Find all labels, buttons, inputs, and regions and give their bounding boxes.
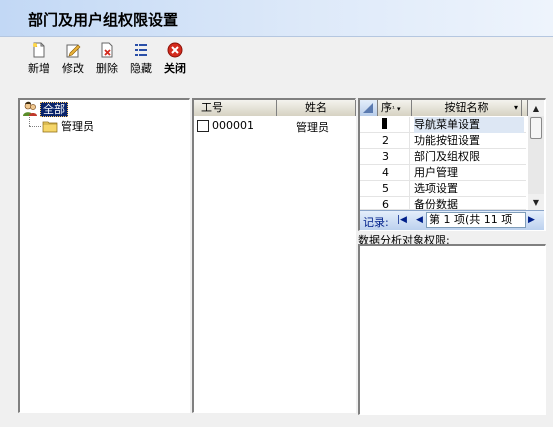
button-name-cell: 功能按钮设置: [414, 134, 480, 147]
table-row[interactable]: 5 选项设置: [360, 181, 526, 197]
record-position[interactable]: 第 1 项(共 11 项: [426, 212, 526, 228]
scroll-down-arrow-icon[interactable]: ▼: [528, 194, 544, 210]
tree-node-label: 管理员: [61, 120, 94, 133]
data-analysis-box[interactable]: [358, 244, 546, 415]
user-name-cell: 管理员: [296, 121, 329, 134]
close-circle-icon: [167, 42, 183, 58]
table-row[interactable]: 3 部门及组权限: [360, 149, 526, 165]
seq-cell: 2: [380, 133, 410, 149]
column-header-button-name[interactable]: 按钮名称 ▾: [412, 100, 522, 116]
new-file-icon: [33, 42, 45, 58]
department-tree[interactable]: 全部 管理员: [18, 98, 190, 413]
table-row[interactable]: 导航菜单设置: [360, 117, 526, 133]
vertical-scrollbar[interactable]: ▲ ▼: [528, 100, 544, 210]
button-name-cell: 用户管理: [414, 166, 458, 179]
tree-node-admin[interactable]: 管理员: [42, 118, 94, 134]
first-record-icon[interactable]: |◀: [397, 215, 407, 225]
seq-cell: 6: [380, 197, 410, 209]
next-record-icon[interactable]: ▶: [528, 215, 535, 225]
button-name-cell: 导航菜单设置: [414, 117, 524, 133]
seq-cell: [380, 117, 410, 133]
seq-cell: 5: [380, 181, 410, 197]
window-title: 部门及用户组权限设置: [28, 11, 179, 29]
seq-cell: 3: [380, 149, 410, 165]
new-button[interactable]: 新增: [22, 42, 56, 76]
tree-connector: [29, 117, 30, 126]
button-permission-grid[interactable]: 序¹ ▾ 按钮名称 ▾ 导航菜单设置 2 功能按钮设置 3 部门及组权限 4 用…: [358, 98, 546, 231]
grid-header: 序¹ ▾ 按钮名称 ▾: [360, 100, 528, 116]
table-row[interactable]: 000001 管理员: [194, 118, 355, 134]
new-button-label: 新增: [28, 62, 50, 75]
edit-cursor: [382, 118, 387, 129]
hide-button[interactable]: 隐藏: [124, 42, 158, 76]
tree-node-root[interactable]: 全部: [22, 101, 68, 117]
grid-header: 工号 姓名: [194, 100, 356, 116]
delete-button[interactable]: 删除: [90, 42, 124, 76]
title-bar: 部门及用户组权限设置: [0, 0, 553, 37]
button-name-cell: 选项设置: [414, 182, 458, 195]
column-header-seq-label: 序: [381, 101, 392, 114]
column-header-button-name-label: 按钮名称: [444, 101, 489, 114]
button-name-cell: 部门及组权限: [414, 150, 480, 163]
seq-cell: 4: [380, 165, 410, 181]
sort-indicator-icon: ¹ ▾: [392, 105, 401, 113]
folder-icon: [42, 121, 58, 133]
edit-icon: [66, 44, 81, 58]
table-row[interactable]: 6 备份数据: [360, 197, 526, 210]
table-row[interactable]: 2 功能按钮设置: [360, 133, 526, 149]
edit-button-label: 修改: [62, 62, 84, 75]
tree-root-label: 全部: [40, 101, 68, 117]
hide-button-label: 隐藏: [130, 62, 152, 75]
column-header-name[interactable]: 姓名: [277, 100, 356, 116]
grid-corner-arrow-icon: [363, 103, 373, 113]
group-users-icon: [23, 101, 37, 116]
user-grid[interactable]: 工号 姓名 000001 管理员: [192, 98, 356, 413]
navigator-label: 记录:: [363, 216, 389, 229]
tree-connector: [29, 126, 41, 127]
close-button-label: 关闭: [164, 62, 186, 75]
hide-list-icon: [135, 44, 147, 56]
edit-button[interactable]: 修改: [56, 42, 90, 76]
dropdown-arrow-icon: ▾: [513, 103, 518, 112]
row-checkbox[interactable]: [197, 120, 209, 132]
button-name-cell: 备份数据: [414, 198, 458, 210]
record-navigator: 记录: |◀ ◀ 第 1 项(共 11 项 ▶: [360, 210, 544, 230]
delete-button-label: 删除: [96, 62, 118, 75]
column-header-id[interactable]: 工号: [194, 100, 277, 116]
prev-record-icon[interactable]: ◀: [416, 215, 423, 225]
delete-file-icon: [101, 42, 113, 58]
grid-corner[interactable]: [360, 100, 378, 116]
column-header-seq[interactable]: 序¹ ▾: [378, 100, 412, 116]
table-row[interactable]: 4 用户管理: [360, 165, 526, 181]
close-button[interactable]: 关闭: [158, 42, 192, 76]
scroll-thumb[interactable]: [530, 117, 542, 139]
scroll-up-arrow-icon[interactable]: ▲: [528, 100, 544, 116]
user-id-cell: 000001: [212, 119, 254, 132]
